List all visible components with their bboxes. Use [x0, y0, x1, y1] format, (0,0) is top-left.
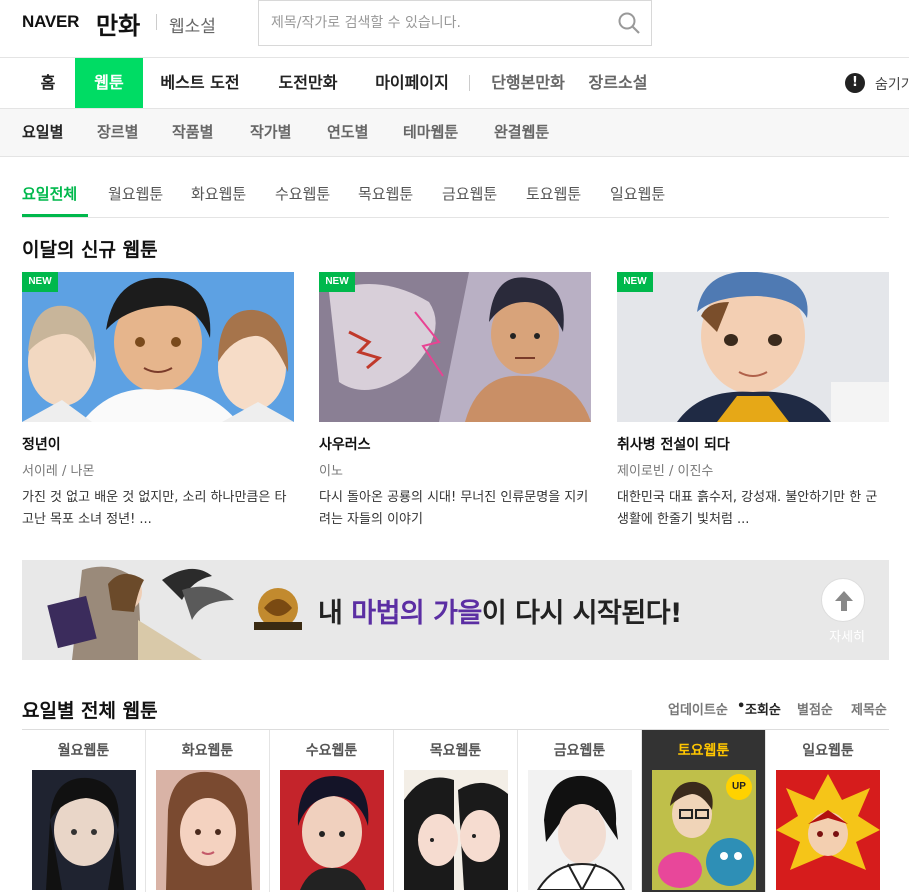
nav-home[interactable]: 홈 — [28, 58, 68, 108]
all-webtoon-title: 요일별 전체 웹툰 — [22, 700, 158, 722]
subnav-by-genre[interactable]: 장르별 — [97, 109, 138, 156]
dragon-raja-logo — [254, 588, 302, 630]
tab-all-days[interactable]: 요일전체 — [22, 170, 88, 217]
webtoon-thumbnail[interactable] — [156, 770, 260, 890]
search-icon[interactable] — [617, 11, 641, 35]
subnav-theme[interactable]: 테마웹툰 — [403, 109, 458, 156]
webtoon-author: 서이레 / 나몬 — [22, 464, 95, 479]
webtoon-thumbnail[interactable]: NEW — [617, 272, 889, 422]
new-webtoon-card[interactable]: NEW 정년이 서이레 / 나몬 가진 것 없고 배운 것 없지만, 소리 하나… — [22, 272, 294, 531]
webtoon-thumbnail[interactable]: NEW — [22, 272, 294, 422]
new-badge: NEW — [319, 272, 355, 292]
promo-banner[interactable]: 내 마법의 가을이 다시 시작된다! 자세히 — [22, 560, 889, 660]
nav-mypage[interactable]: 마이페이지 — [366, 58, 458, 108]
up-badge: UP — [726, 774, 752, 800]
new-badge: NEW — [617, 272, 653, 292]
day-column-label[interactable]: 화요웹툰 — [146, 740, 269, 760]
day-tabs: 요일전체 월요웹툰 화요웹툰 수요웹툰 목요웹툰 금요웹툰 토요웹툰 일요웹툰 — [22, 170, 889, 218]
banner-highlight: 마법의 가을 — [351, 598, 482, 629]
webtoon-title[interactable]: 사우러스 — [319, 434, 591, 454]
nav-divider — [469, 75, 470, 91]
new-webtoon-card[interactable]: NEW 취사병 전설이 되다 제이로빈 / 이진수 대한민국 대표 흙수저, 강… — [617, 272, 889, 531]
day-column-label[interactable]: 수요웹툰 — [270, 740, 393, 760]
day-column-label[interactable]: 금요웹툰 — [518, 740, 641, 760]
subnav-by-title[interactable]: 작품별 — [172, 109, 213, 156]
tab-sun[interactable]: 일요웹툰 — [610, 170, 665, 217]
webtoon-author: 제이로빈 / 이진수 — [617, 464, 714, 479]
tab-tue[interactable]: 화요웹툰 — [191, 170, 246, 217]
subnav-by-author[interactable]: 작가별 — [250, 109, 291, 156]
sort-rating[interactable]: 별점순 — [797, 699, 833, 718]
webtoon-thumbnail[interactable] — [776, 770, 880, 890]
day-column-label[interactable]: 일요웹툰 — [766, 740, 890, 760]
sub-nav: 요일별 장르별 작품별 작가별 연도별 테마웹툰 완결웹툰 — [0, 109, 909, 157]
day-column-mon: 월요웹툰 — [22, 730, 146, 892]
webtoon-desc: 다시 돌아온 공룡의 시대! 무너진 인류문명을 지키려는 자들의 이야기 — [319, 490, 589, 527]
webnovel-link[interactable]: 웹소설 — [169, 12, 216, 37]
nav-challenge[interactable]: 도전만화 — [266, 58, 350, 108]
alert-icon: ! — [845, 73, 865, 93]
tab-wed[interactable]: 수요웹툰 — [275, 170, 330, 217]
webtoon-thumbnail[interactable] — [528, 770, 632, 890]
new-webtoon-card[interactable]: NEW 사우러스 이노 다시 돌아온 공룡의 시대! 무너진 인류문명을 지키려… — [319, 272, 591, 531]
tab-thu[interactable]: 목요웹툰 — [358, 170, 413, 217]
subnav-completed[interactable]: 완결웹툰 — [494, 109, 549, 156]
banner-illustration — [47, 566, 234, 660]
webtoon-thumbnail[interactable] — [32, 770, 136, 890]
webtoon-desc: 가진 것 없고 배운 것 없지만, 소리 하나만큼은 타고난 목포 소녀 정년!… — [22, 490, 287, 527]
tab-mon[interactable]: 월요웹툰 — [108, 170, 163, 217]
day-column-wed: 수요웹툰 — [270, 730, 394, 892]
webtoon-author: 이노 — [319, 464, 343, 479]
nav-book-comic[interactable]: 단행본만화 — [482, 58, 574, 108]
day-column-fri: 금요웹툰 — [518, 730, 642, 892]
webtoon-thumbnail[interactable] — [280, 770, 384, 890]
day-column-label[interactable]: 월요웹툰 — [22, 740, 145, 760]
subnav-by-day[interactable]: 요일별 — [22, 109, 63, 156]
banner-headline: 내 마법의 가을이 다시 시작된다! — [318, 591, 682, 630]
webtoon-title[interactable]: 정년이 — [22, 434, 294, 454]
nav-webtoon[interactable]: 웹툰 — [75, 58, 143, 108]
day-column-sat: 토요웹툰 UP — [642, 730, 766, 892]
tab-sat[interactable]: 토요웹툰 — [526, 170, 581, 217]
day-columns: 월요웹툰 화요웹툰 수요웹툰 목요웹툰 금요웹툰 토요웹툰 UP 일요웹툰 — [22, 729, 889, 892]
webtoon-thumbnail[interactable]: NEW — [319, 272, 591, 422]
sort-update[interactable]: 업데이트순 — [668, 699, 728, 718]
webtoon-desc: 대한민국 대표 흙수저, 강성재. 불안하기만 한 군생활에 한줄기 빛처럼 .… — [617, 490, 878, 527]
top-header: NAVER 만화 웹소설 — [0, 0, 909, 57]
day-column-label[interactable]: 목요웹툰 — [394, 740, 517, 760]
day-column-label[interactable]: 토요웹툰 — [642, 740, 765, 760]
logo-divider — [156, 14, 157, 30]
search-box — [258, 0, 652, 46]
banner-text-part: 이 다시 시작된다! — [481, 598, 683, 629]
day-column-tue: 화요웹툰 — [146, 730, 270, 892]
webtoon-title[interactable]: 취사병 전설이 되다 — [617, 434, 889, 454]
new-webtoon-title: 이달의 신규 웹툰 — [22, 239, 158, 261]
webtoon-thumbnail[interactable] — [404, 770, 508, 890]
naver-logo[interactable]: NAVER — [22, 12, 79, 32]
webtoon-thumbnail[interactable]: UP — [652, 770, 756, 890]
main-nav: 홈 웹툰 베스트 도전 도전만화 마이페이지 단행본만화 장르소설 ! 숨기기 — [0, 57, 909, 109]
comic-logo[interactable]: 만화 — [96, 6, 140, 41]
sort-title[interactable]: 제목순 — [851, 699, 887, 718]
nav-genre-novel[interactable]: 장르소설 — [582, 58, 654, 108]
day-column-sun: 일요웹툰 — [766, 730, 890, 892]
sort-views[interactable]: 조회순 — [745, 699, 781, 718]
search-input[interactable] — [259, 1, 599, 45]
new-badge: NEW — [22, 272, 58, 292]
tab-fri[interactable]: 금요웹툰 — [442, 170, 497, 217]
banner-text-part: 내 — [318, 598, 352, 629]
nav-best-challenge[interactable]: 베스트 도전 — [150, 58, 250, 108]
banner-more-label[interactable]: 자세히 — [829, 626, 865, 645]
subnav-by-year[interactable]: 연도별 — [327, 109, 368, 156]
day-column-thu: 목요웹툰 — [394, 730, 518, 892]
hide-label: 숨기기 — [875, 77, 909, 93]
arrow-up-icon — [835, 591, 853, 611]
banner-more-button[interactable] — [821, 578, 865, 622]
